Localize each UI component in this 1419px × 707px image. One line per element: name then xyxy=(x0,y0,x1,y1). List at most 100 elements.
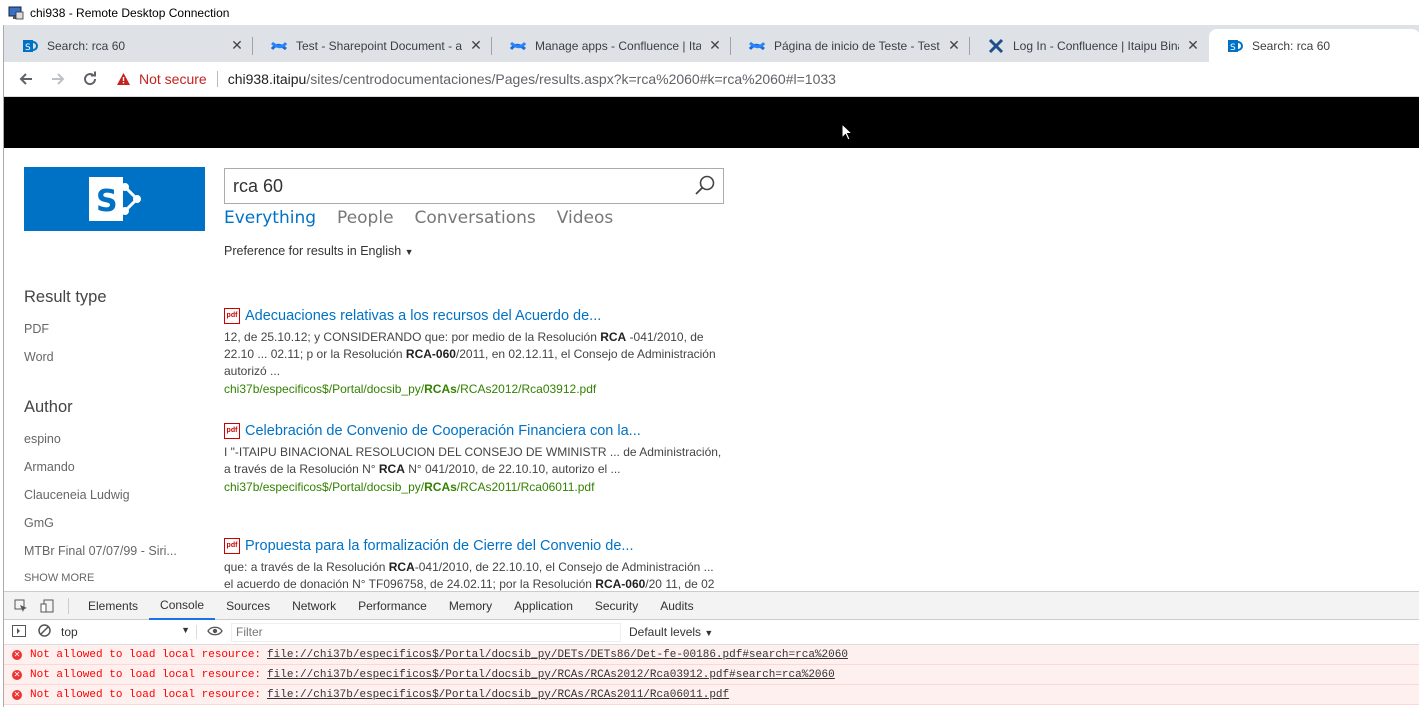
refiner-item[interactable]: GmG xyxy=(24,516,54,530)
sharepoint-logo[interactable]: S xyxy=(24,167,205,231)
browser-toolbar: Not secure chi938.itaipu/sites/centrodoc… xyxy=(4,62,1419,97)
result-title-link[interactable]: Celebración de Convenio de Cooperación F… xyxy=(245,423,641,439)
tab-test-sharepoint[interactable]: Test - Sharepoint Document - ad ✕ xyxy=(253,29,492,62)
tab-title: Manage apps - Confluence | Itaip xyxy=(535,38,701,53)
tab-search-rca-60-active[interactable]: S Search: rca 60 xyxy=(1209,29,1419,62)
refiner-item[interactable]: PDF xyxy=(24,322,49,336)
show-more-link[interactable]: SHOW MORE xyxy=(24,572,94,584)
reload-button[interactable] xyxy=(74,65,106,93)
search-result: pdf Propuesta para la formalización de Ci… xyxy=(224,536,724,591)
error-link[interactable]: file://chi37b/especificos$/Portal/docsib… xyxy=(267,649,848,661)
vertical-conversations[interactable]: Conversations xyxy=(415,208,536,228)
tab-pagina-inicio[interactable]: Página de inicio de Teste - Teste ✕ xyxy=(731,29,970,62)
security-indicator[interactable]: Not secure xyxy=(116,71,207,87)
pdf-icon: pdf xyxy=(224,538,240,554)
svg-text:S: S xyxy=(25,43,31,53)
refiner-result-type-heading: Result type xyxy=(24,288,107,306)
warning-icon xyxy=(117,73,130,85)
close-icon[interactable]: ✕ xyxy=(229,37,245,54)
result-url[interactable]: chi37b/especificos$/Portal/docsib_py/RCA… xyxy=(224,479,724,496)
hit-highlight: RCA xyxy=(378,462,405,476)
devtools-tabbar: Elements Console Sources Network Perform… xyxy=(4,592,1419,620)
search-icon[interactable] xyxy=(693,174,717,198)
vertical-people[interactable]: People xyxy=(337,208,393,228)
tab-manage-apps[interactable]: Manage apps - Confluence | Itaip ✕ xyxy=(492,29,731,62)
tab-search-rca-60[interactable]: S Search: rca 60 ✕ xyxy=(4,29,253,62)
refiner-item[interactable]: Clauceneia Ludwig xyxy=(24,488,130,502)
devtools-tab-sources[interactable]: Sources xyxy=(215,592,281,620)
inspect-element-icon[interactable] xyxy=(8,599,34,613)
url-segment: /RCAs2011/Rca06011.pdf xyxy=(456,480,595,494)
language-dropdown[interactable]: English ▼ xyxy=(360,244,413,258)
context-value: top xyxy=(61,625,78,639)
error-icon: ✕ xyxy=(12,689,22,700)
toolbar-divider xyxy=(68,597,69,614)
devtools-panel: Elements Console Sources Network Perform… xyxy=(4,591,1419,707)
omnibox-divider xyxy=(216,71,218,87)
result-title-link[interactable]: Propuesta para la formalización de Cierr… xyxy=(245,538,634,554)
preference-label: Preference for results in xyxy=(224,244,357,258)
eye-icon[interactable] xyxy=(207,625,223,639)
console-toolbar: top ▼ Default levels ▼ xyxy=(4,620,1419,645)
dropdown-arrow-icon: ▼ xyxy=(704,628,714,638)
close-icon[interactable]: ✕ xyxy=(707,37,723,54)
mouse-cursor-icon xyxy=(841,123,853,141)
devtools-tab-network[interactable]: Network xyxy=(281,592,347,620)
forward-button[interactable] xyxy=(42,65,74,93)
confluence-icon xyxy=(271,41,287,50)
security-text: Not secure xyxy=(139,71,207,87)
log-levels-dropdown[interactable]: Default levels ▼ xyxy=(629,625,713,639)
svg-text:S: S xyxy=(96,184,118,219)
refiner-item[interactable]: Armando xyxy=(24,460,75,474)
error-message: Not allowed to load local resource: xyxy=(30,648,262,661)
devtools-tab-memory[interactable]: Memory xyxy=(438,592,503,620)
vertical-videos[interactable]: Videos xyxy=(557,208,614,228)
rdp-title: chi938 - Remote Desktop Connection xyxy=(30,5,230,20)
back-button[interactable] xyxy=(10,65,42,93)
svg-text:S: S xyxy=(1230,43,1236,53)
refiner-item[interactable]: MTBr Final 07/07/99 - Siri... xyxy=(24,544,177,558)
close-icon[interactable]: ✕ xyxy=(1185,37,1201,54)
devtools-tab-application[interactable]: Application xyxy=(503,592,584,620)
confluence-icon xyxy=(510,41,526,50)
context-selector[interactable]: top ▼ xyxy=(57,625,197,639)
hit-highlight: RCA-060 xyxy=(405,347,456,361)
search-input[interactable]: rca 60 xyxy=(224,168,724,204)
tab-title: Log In - Confluence | Itaipu Binac xyxy=(1013,38,1179,53)
devtools-tab-console[interactable]: Console xyxy=(149,592,216,620)
summary-text: N° 041/2010, de 22.10.10, autorizo el ..… xyxy=(404,462,621,476)
error-icon: ✕ xyxy=(12,649,22,660)
close-icon[interactable]: ✕ xyxy=(946,37,962,54)
refiner-item[interactable]: Word xyxy=(24,350,54,364)
search-verticals: Everything People Conversations Videos xyxy=(224,208,634,228)
close-icon[interactable]: ✕ xyxy=(468,37,484,54)
tab-log-in[interactable]: Log In - Confluence | Itaipu Binac ✕ xyxy=(970,29,1209,62)
error-message: Not allowed to load local resource: xyxy=(30,668,262,681)
sidebar-toggle-icon[interactable] xyxy=(12,624,26,640)
error-icon: ✕ xyxy=(12,669,22,680)
clear-console-icon[interactable] xyxy=(38,624,51,640)
tab-strip: S Search: rca 60 ✕ Test - Sharepoint Doc… xyxy=(4,25,1419,62)
console-error-row: ✕ Not allowed to load local resource: file… xyxy=(4,665,1419,685)
error-link[interactable]: file://chi37b/especificos$/Portal/docsib… xyxy=(267,689,729,701)
result-url[interactable]: chi37b/especificos$/Portal/docsib_py/RCA… xyxy=(224,381,724,398)
refiner-item[interactable]: espino xyxy=(24,432,61,446)
devtools-tab-elements[interactable]: Elements xyxy=(77,592,149,620)
url-segment: chi37b/especificos$/Portal/docsib_py/ xyxy=(224,382,425,396)
error-link[interactable]: file://chi37b/especificos$/Portal/docsib… xyxy=(267,669,835,681)
console-error-row: ✕ Not allowed to load local resource: file… xyxy=(4,645,1419,665)
console-filter-input[interactable] xyxy=(231,622,621,642)
vertical-everything[interactable]: Everything xyxy=(224,208,316,228)
result-title-link[interactable]: Adecuaciones relativas a los recursos de… xyxy=(245,308,601,324)
error-message: Not allowed to load local resource: xyxy=(30,688,262,701)
devtools-tab-performance[interactable]: Performance xyxy=(347,592,438,620)
pdf-icon: pdf xyxy=(224,308,240,324)
device-toolbar-icon[interactable] xyxy=(34,599,60,613)
devtools-tab-audits[interactable]: Audits xyxy=(649,592,704,620)
sharepoint-icon: S xyxy=(1228,39,1243,53)
hit-highlight: RCA-060 xyxy=(595,577,646,591)
devtools-tab-security[interactable]: Security xyxy=(584,592,649,620)
tab-title: Test - Sharepoint Document - ad xyxy=(296,38,462,53)
search-result: pdf Celebración de Convenio de Cooperació… xyxy=(224,421,724,496)
address-bar[interactable]: Not secure chi938.itaipu/sites/centrodoc… xyxy=(116,65,836,93)
